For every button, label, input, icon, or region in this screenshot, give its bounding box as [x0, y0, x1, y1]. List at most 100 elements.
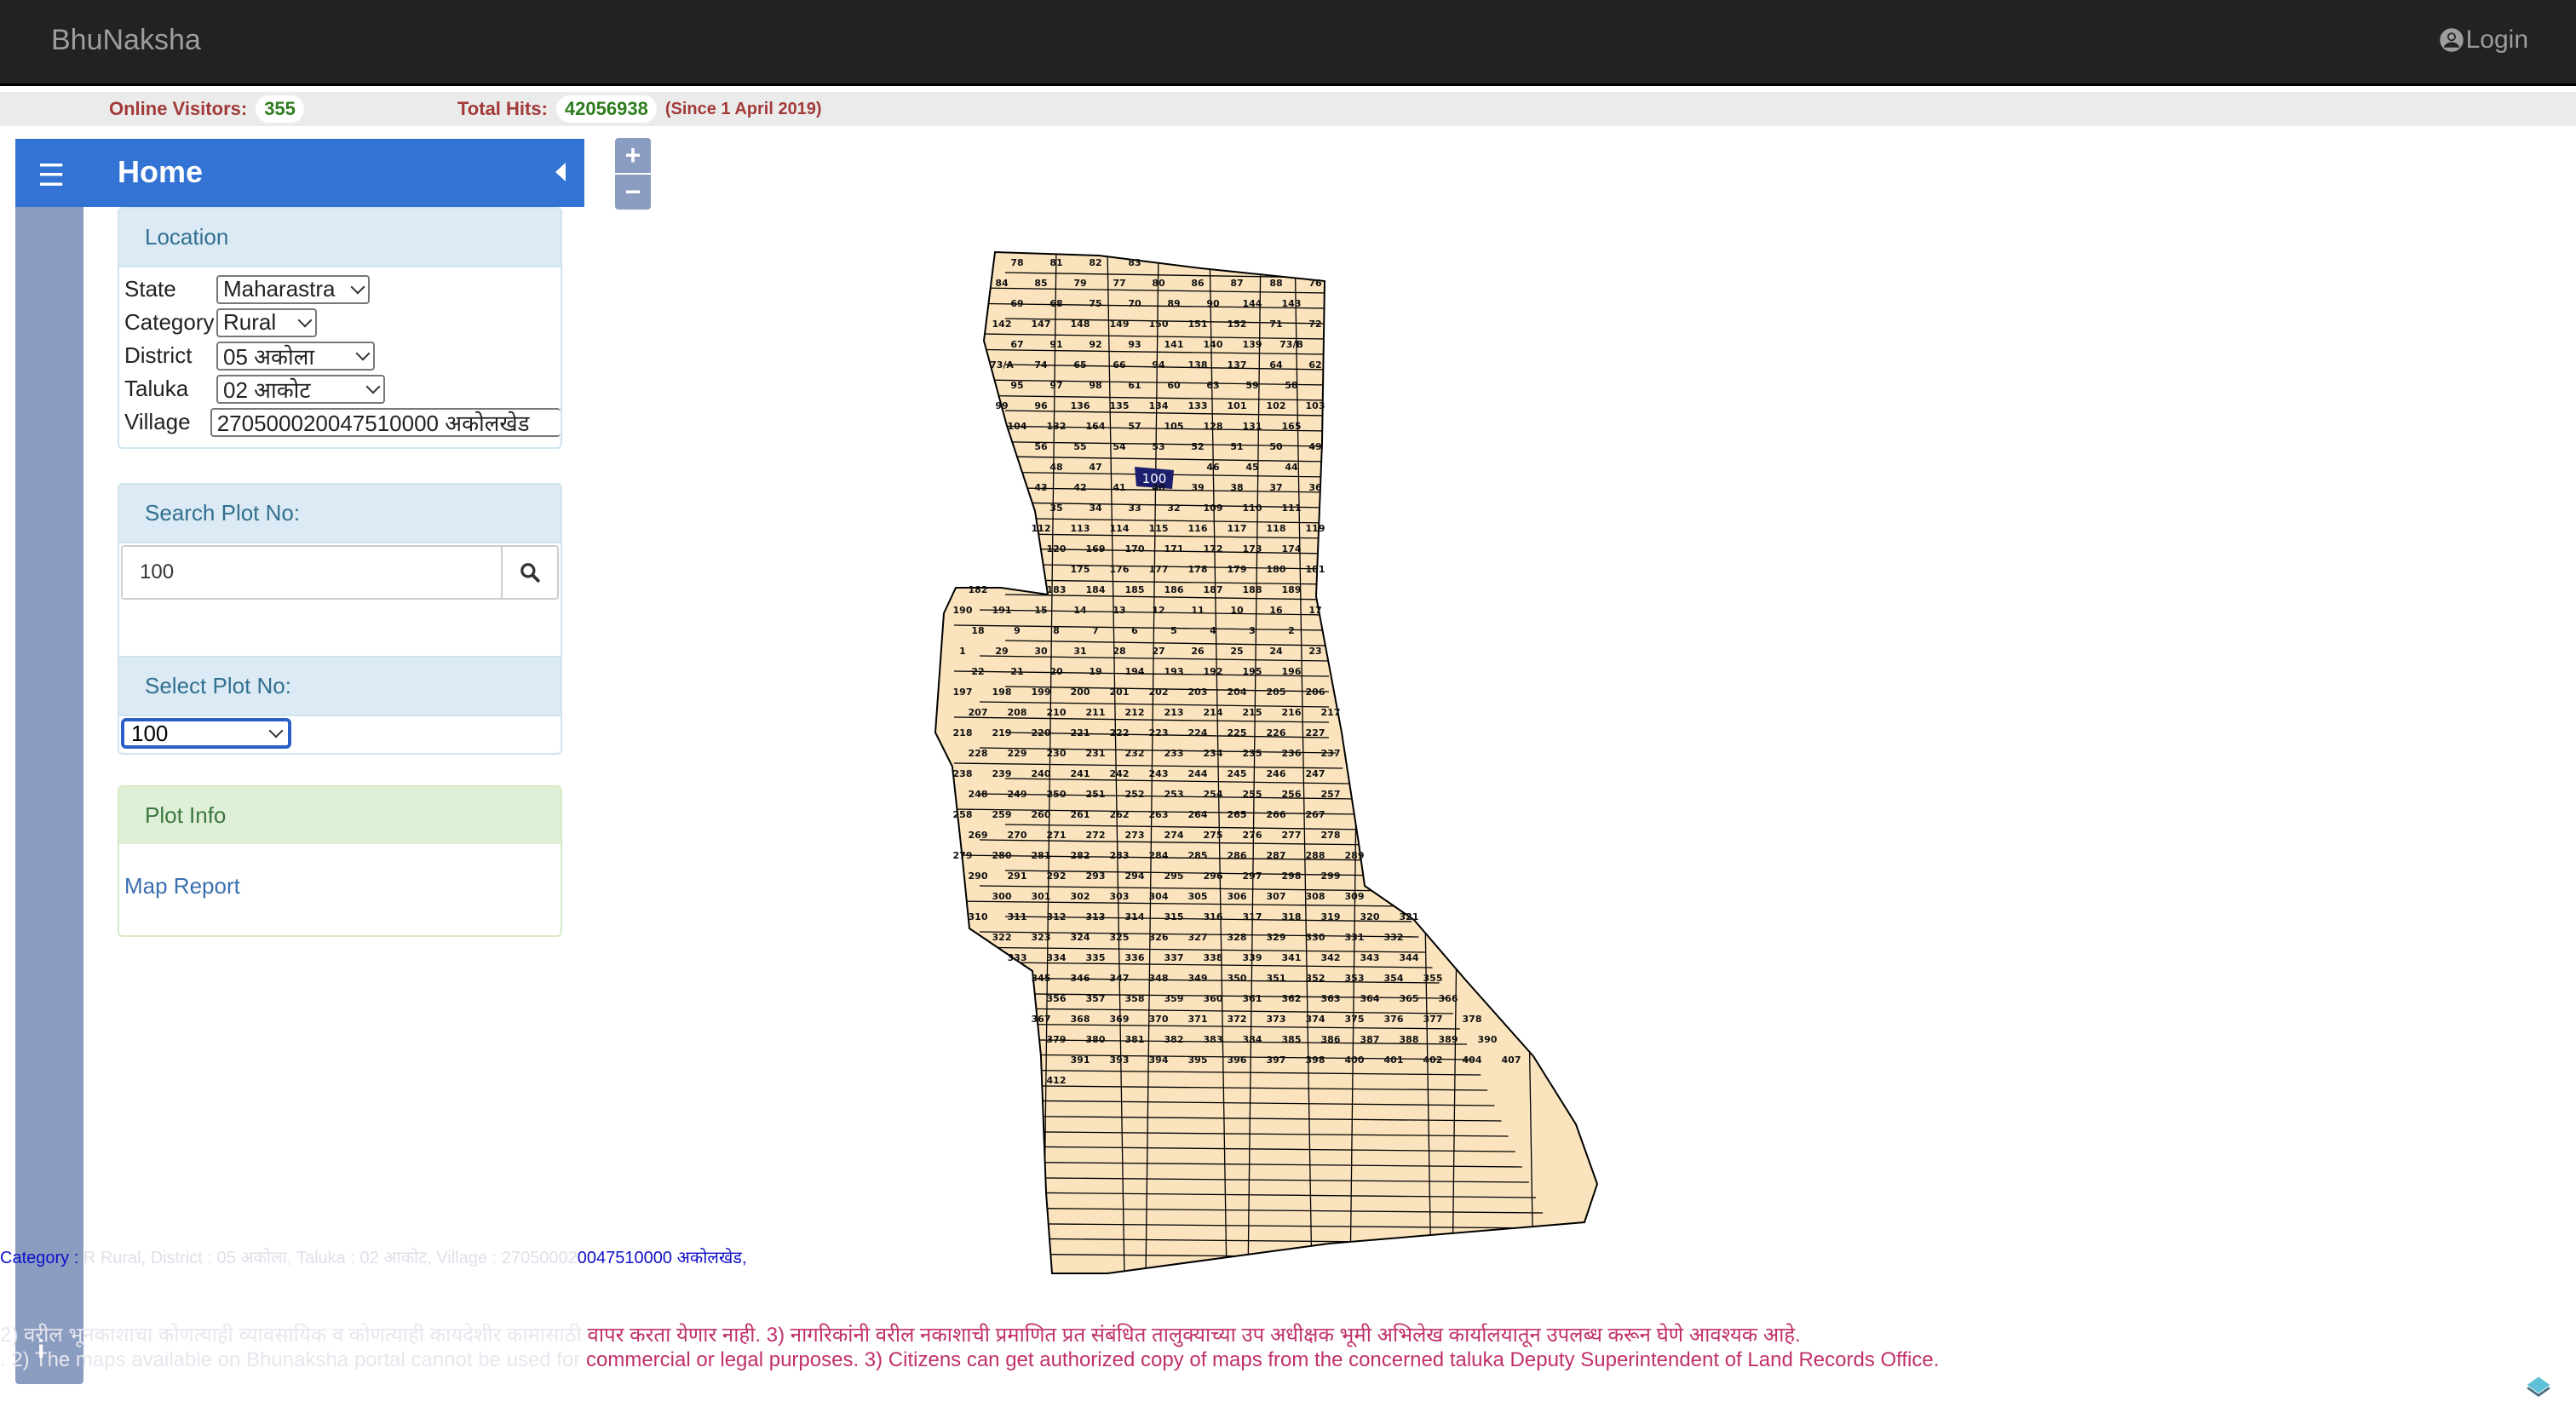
plot-label: 397: [1267, 1054, 1286, 1066]
plot-label: 247: [1306, 768, 1325, 779]
plot-label: 283: [1110, 850, 1130, 861]
plot-label: 172: [1204, 543, 1223, 554]
info-icon[interactable]: i: [37, 1336, 44, 1365]
plot-label: 30: [1034, 646, 1048, 657]
plot-label: 264: [1188, 809, 1208, 820]
plot-label: 233: [1164, 748, 1184, 759]
plot-label: 178: [1188, 564, 1208, 575]
plot-label: 377: [1423, 1014, 1443, 1025]
plot-number-value: 100: [131, 720, 169, 746]
plot-label: 266: [1267, 809, 1286, 820]
village-select[interactable]: 270500020047510000 अकोलखेड: [210, 407, 561, 437]
plot-label: 400: [1345, 1054, 1365, 1066]
plot-label: 14: [1073, 605, 1087, 616]
category-select[interactable]: Rural: [216, 307, 317, 337]
plot-label: 262: [1110, 809, 1130, 820]
map-report-link[interactable]: Map Report: [119, 844, 561, 935]
plot-label: 37: [1269, 482, 1282, 493]
plot-label: 260: [1032, 809, 1051, 820]
plot-label: 366: [1439, 993, 1458, 1004]
plot-label: 238: [953, 768, 973, 779]
plot-label: 208: [1008, 707, 1027, 718]
plot-label: 57: [1128, 421, 1141, 432]
plot-label: 326: [1149, 932, 1169, 943]
village-row: Village 270500020047510000 अकोलखेड: [119, 405, 561, 439]
plot-label: 71: [1269, 319, 1282, 330]
plot-label: 105: [1164, 421, 1184, 432]
plot-label: 275: [1204, 830, 1223, 841]
plot-label: 34: [1089, 503, 1102, 514]
plot-label: 76: [1308, 278, 1322, 289]
plot-label: 276: [1243, 830, 1262, 841]
plot-label: 370: [1149, 1014, 1169, 1025]
taluka-select[interactable]: 02 आकोट: [216, 374, 385, 404]
plot-label: 92: [1089, 339, 1101, 350]
plot-label: 181: [1306, 564, 1325, 575]
search-group: [121, 545, 559, 600]
search-button[interactable]: [501, 547, 557, 598]
state-select[interactable]: Maharastra: [216, 274, 370, 304]
collapse-sidebar-icon[interactable]: [555, 163, 566, 181]
plot-label: 291: [1008, 871, 1027, 882]
location-info-line: Category : R Rural, District : 05 अकोला,…: [0, 1245, 747, 1268]
plot-label: 343: [1360, 952, 1380, 963]
plot-label: 77: [1113, 278, 1125, 289]
plot-number-select[interactable]: 100: [121, 718, 291, 749]
plot-label: 191: [992, 605, 1012, 616]
plot-label: 128: [1204, 421, 1223, 432]
chevron-down-icon: [365, 379, 381, 394]
plot-label: 246: [1267, 768, 1286, 779]
district-select[interactable]: 05 अकोला: [216, 341, 375, 371]
chevron-down-icon: [268, 723, 284, 738]
plot-label: 70: [1128, 298, 1141, 309]
plot-label: 120: [1047, 543, 1067, 554]
plot-label: 384: [1243, 1034, 1262, 1045]
user-circle-icon: [2439, 28, 2464, 52]
plot-label: 232: [1125, 748, 1145, 759]
plot-label: 332: [1384, 932, 1404, 943]
zoom-out-button[interactable]: −: [615, 173, 651, 210]
plot-label: 273: [1125, 830, 1145, 841]
plot-label: 373: [1267, 1014, 1286, 1025]
online-visitors: Online Visitors: 355: [109, 95, 304, 123]
plot-label: 95: [1010, 380, 1023, 391]
plot-label: 263: [1149, 809, 1169, 820]
plot-label: 375: [1345, 1014, 1365, 1025]
plot-label: 103: [1306, 400, 1325, 411]
plot-label: 278: [1321, 830, 1341, 841]
plot-label: 387: [1360, 1034, 1380, 1045]
plot-label: 63: [1206, 380, 1219, 391]
plot-label: 196: [1282, 666, 1302, 677]
plot-label: 320: [1360, 911, 1380, 922]
plot-label: 187: [1204, 584, 1223, 595]
plot-label: 356: [1047, 993, 1067, 1004]
plot-label: 307: [1267, 891, 1286, 902]
plot-label: 112: [1032, 523, 1051, 534]
plot-label: 59: [1245, 380, 1258, 391]
plot-label: 297: [1243, 871, 1262, 882]
hamburger-menu-icon[interactable]: ☰: [37, 158, 65, 193]
plot-label: 352: [1306, 973, 1325, 984]
plot-label: 282: [1071, 850, 1090, 861]
plot-label: 150: [1149, 319, 1169, 330]
plot-label: 254: [1204, 789, 1223, 800]
plot-label: 330: [1306, 932, 1325, 943]
plot-label: 236: [1282, 748, 1302, 759]
login-button[interactable]: Login: [2439, 26, 2528, 55]
plot-label: 349: [1188, 973, 1208, 984]
plot-label: 114: [1110, 523, 1130, 534]
plot-label: 184: [1086, 584, 1106, 595]
search-icon: [520, 563, 540, 583]
plot-label: 339: [1243, 952, 1262, 963]
plot-label: 133: [1188, 400, 1208, 411]
cadastral-map[interactable]: 10078 81 82 8384 85 79 77 80 86 87 88 7669 68 75 70 89 9…: [929, 238, 1610, 1286]
plot-label: 116: [1188, 523, 1208, 534]
plot-label: 354: [1384, 973, 1404, 984]
plot-label: 84: [995, 278, 1009, 289]
plot-label: 322: [992, 932, 1012, 943]
plot-search-input[interactable]: [123, 547, 501, 598]
app-brand[interactable]: BhuNaksha: [51, 24, 201, 57]
layers-icon[interactable]: [2523, 1373, 2554, 1402]
zoom-in-button[interactable]: +: [615, 138, 651, 173]
chevron-down-icon: [350, 279, 365, 294]
